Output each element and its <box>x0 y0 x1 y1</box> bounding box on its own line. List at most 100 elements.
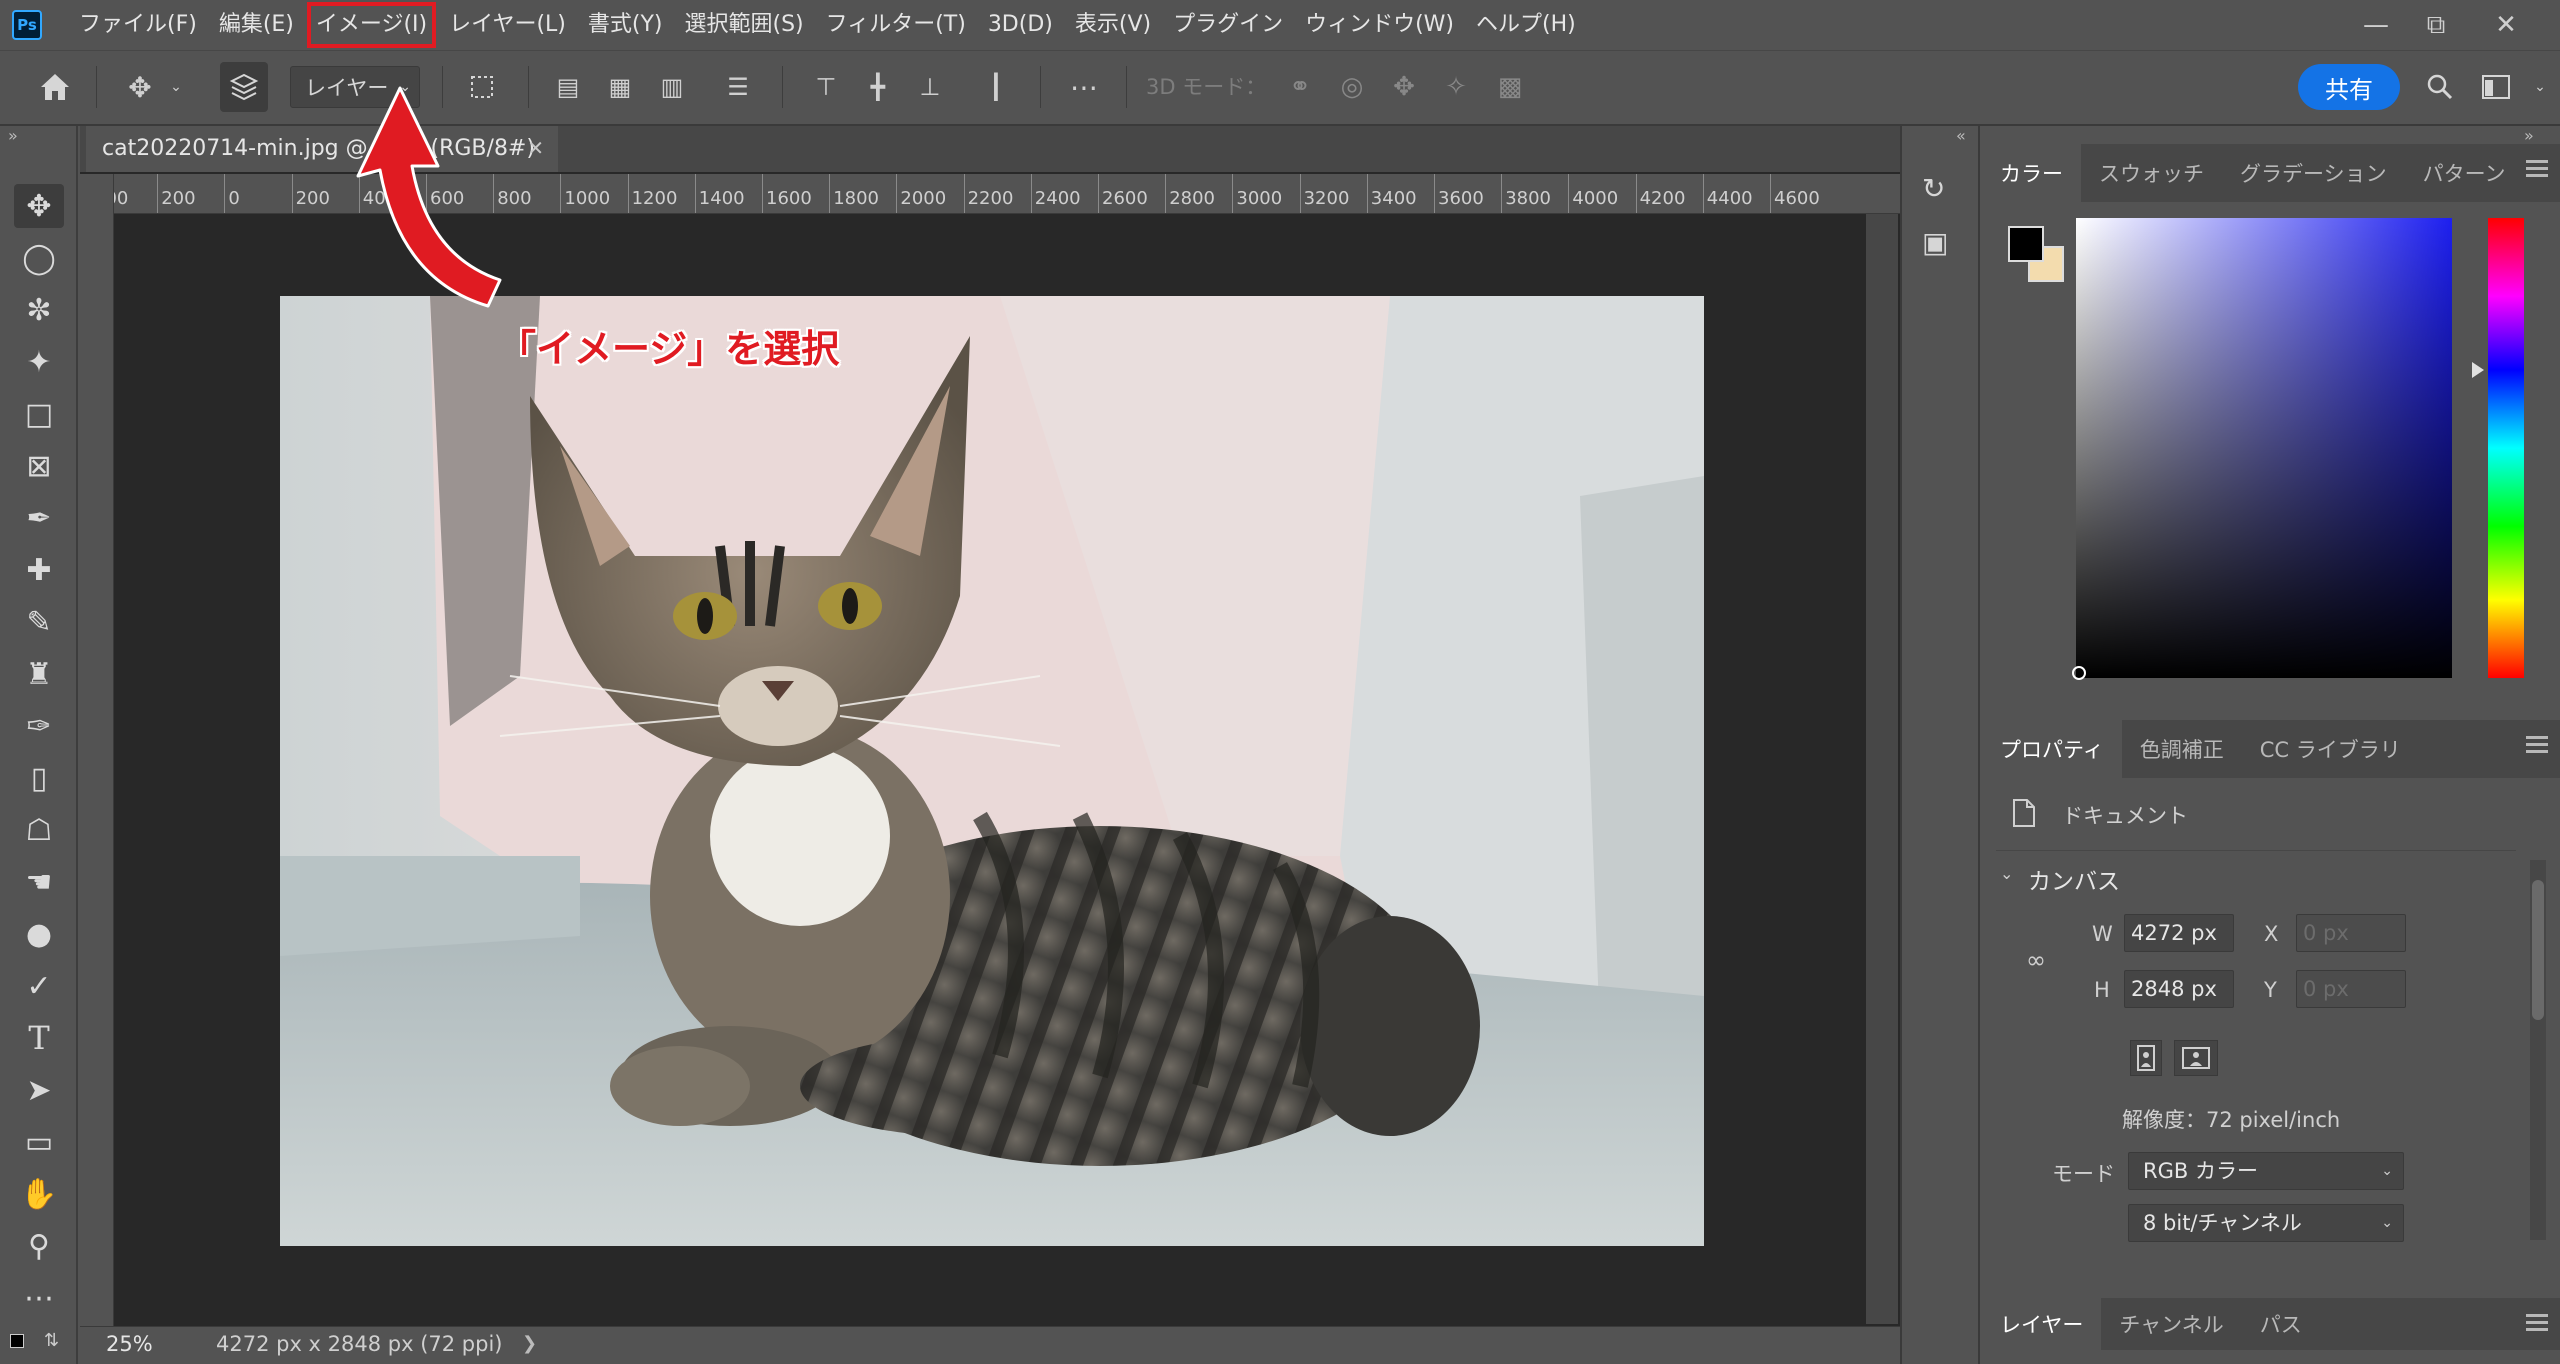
hue-slider-handle[interactable] <box>2472 362 2484 378</box>
minimize-button[interactable]: — <box>2346 0 2406 50</box>
canvas-section-title: カンバス <box>2028 869 2120 895</box>
tab-properties[interactable]: プロパティ <box>1982 720 2122 778</box>
collapse-toolbar-icon[interactable]: » <box>8 126 18 145</box>
tab-adjustments[interactable]: 色調補正 <box>2122 720 2242 778</box>
distribute-icon[interactable]: ☰ <box>718 62 758 112</box>
ruler-tick-label: 2400 <box>1030 174 1081 213</box>
workspace-chevron-icon[interactable]: ⌄ <box>2528 62 2552 112</box>
menu-item[interactable]: ファイル(F) <box>68 0 208 50</box>
type-tool-icon[interactable]: T <box>14 1016 64 1060</box>
lasso-icon[interactable]: ✼ <box>14 288 64 332</box>
align-bottom-icon[interactable]: ⊥ <box>910 62 950 112</box>
healing-brush-icon[interactable]: ✚ <box>14 548 64 592</box>
menu-item[interactable]: フィルター(T) <box>815 0 977 50</box>
move-tool-icon[interactable]: ✥ <box>116 62 164 112</box>
tab-channels[interactable]: チャンネル <box>2101 1298 2241 1350</box>
tab-layers[interactable]: レイヤー <box>1982 1298 2102 1350</box>
hand-icon[interactable]: ✋ <box>14 1172 64 1216</box>
restore-button[interactable]: ⧉ <box>2406 0 2466 50</box>
portrait-orientation-icon[interactable] <box>2130 1040 2162 1076</box>
history-brush-icon[interactable]: ✑ <box>14 704 64 748</box>
y-field[interactable]: 0 px <box>2296 970 2406 1008</box>
landscape-orientation-icon[interactable] <box>2174 1040 2218 1076</box>
home-icon[interactable] <box>30 62 80 112</box>
edit-toolbar-icon[interactable]: ⋯ <box>14 1276 64 1320</box>
menu-item[interactable]: ウィンドウ(W) <box>1294 0 1465 50</box>
hue-slider[interactable] <box>2488 218 2524 678</box>
foreground-color-swatch[interactable] <box>2008 226 2044 262</box>
tab-gradients[interactable]: グラデーション <box>2222 144 2405 202</box>
color-picker-cursor[interactable] <box>2072 666 2086 680</box>
color-picker-field[interactable] <box>2076 218 2452 678</box>
align-left-icon[interactable]: ▤ <box>548 62 588 112</box>
ruler-tick-label: 2600 <box>1098 174 1148 213</box>
zoom-icon[interactable]: ⚲ <box>14 1224 64 1268</box>
ellipse-marquee-icon[interactable]: ◯ <box>14 236 64 280</box>
tab-cc-libraries[interactable]: CC ライブラリ <box>2242 720 2419 778</box>
menu-item[interactable]: レイヤー(L) <box>438 0 577 50</box>
share-button[interactable]: 共有 <box>2298 64 2400 110</box>
align-middle-icon[interactable]: ╋ <box>858 62 898 112</box>
chevron-down-icon[interactable]: ⌄ <box>166 62 186 112</box>
brush-icon[interactable]: ✎ <box>14 600 64 644</box>
section-chevron-icon[interactable]: ⌄ <box>2000 864 2013 883</box>
dodge-icon[interactable]: ● <box>14 912 64 956</box>
crop-icon[interactable]: □ <box>14 392 64 436</box>
paint-bucket-icon[interactable]: ☖ <box>14 808 64 852</box>
pen-icon[interactable]: ✓ <box>14 964 64 1008</box>
auto-select-layers-icon[interactable] <box>220 62 268 112</box>
tab-patterns[interactable]: パターン <box>2405 144 2524 202</box>
color-mode-dropdown[interactable]: RGB カラー ⌄ <box>2128 1152 2404 1190</box>
default-colors-icon[interactable] <box>10 1334 24 1348</box>
menu-item[interactable]: 書式(Y) <box>577 0 674 50</box>
comments-icon[interactable]: ▣ <box>1922 226 1962 266</box>
tab-color[interactable]: カラー <box>1982 144 2081 202</box>
collapse-right-icon[interactable]: » <box>2524 126 2534 145</box>
eraser-icon[interactable]: ▯ <box>14 756 64 800</box>
tab-paths[interactable]: パス <box>2242 1298 2320 1350</box>
path-selection-icon[interactable]: ➤ <box>14 1068 64 1112</box>
canvas-image[interactable] <box>280 296 1704 1246</box>
link-icon[interactable]: ∞ <box>2026 946 2046 976</box>
menu-item[interactable]: プラグイン <box>1162 0 1294 50</box>
magic-wand-icon[interactable]: ✦ <box>14 340 64 384</box>
align-right-icon[interactable]: ▥ <box>652 62 692 112</box>
properties-scrollbar-thumb[interactable] <box>2532 880 2544 1020</box>
close-window-button[interactable]: ✕ <box>2476 0 2536 50</box>
properties-panel-menu-icon[interactable] <box>2526 736 2548 758</box>
menu-item[interactable]: イメージ(I) <box>305 0 438 50</box>
smudge-icon[interactable]: ☚ <box>14 860 64 904</box>
menu-item[interactable]: 選択範囲(S) <box>674 0 815 50</box>
align-top-icon[interactable]: ⊤ <box>806 62 846 112</box>
menu-item[interactable]: 3D(D) <box>977 0 1064 50</box>
rectangle-icon[interactable]: ▭ <box>14 1120 64 1164</box>
move-tool-icon[interactable]: ✥ <box>14 184 64 228</box>
swap-colors-icon[interactable]: ⇅ <box>44 1330 59 1351</box>
height-field[interactable]: 2848 px <box>2124 970 2234 1008</box>
menu-item[interactable]: ヘルプ(H) <box>1465 0 1587 50</box>
zoom-level-field[interactable]: 25% <box>106 1328 166 1360</box>
collapse-panels-icon[interactable]: « <box>1956 126 1966 145</box>
eyedropper-icon[interactable]: ✒ <box>14 496 64 540</box>
width-field[interactable]: 4272 px <box>2124 914 2234 952</box>
menu-item[interactable]: 編集(E) <box>208 0 305 50</box>
distribute-vertical-icon[interactable]: ┃ <box>976 62 1016 112</box>
workspace-icon[interactable] <box>2474 62 2518 112</box>
status-chevron-icon[interactable]: ❯ <box>522 1328 537 1360</box>
menu-item[interactable]: 表示(V) <box>1064 0 1162 50</box>
layers-panel-menu-icon[interactable] <box>2526 1314 2548 1336</box>
ruler-tick-label: 1000 <box>560 174 611 213</box>
search-icon[interactable] <box>2418 62 2462 112</box>
mode-label: モード <box>2052 1162 2115 1186</box>
ruler-tick-label: 4200 <box>1635 174 1686 213</box>
x-field[interactable]: 0 px <box>2296 914 2406 952</box>
bit-depth-dropdown[interactable]: 8 bit/チャンネル ⌄ <box>2128 1204 2404 1242</box>
tab-swatches[interactable]: スウォッチ <box>2081 144 2222 202</box>
history-icon[interactable]: ↻ <box>1922 172 1962 212</box>
align-center-icon[interactable]: ▦ <box>600 62 640 112</box>
color-panel-menu-icon[interactable] <box>2526 160 2548 182</box>
clone-stamp-icon[interactable]: ♜ <box>14 652 64 696</box>
canvas-scrollbar[interactable] <box>1866 214 1898 1324</box>
frame-icon[interactable]: ⊠ <box>14 444 64 488</box>
more-options-icon[interactable]: ⋯ <box>1060 62 1108 112</box>
